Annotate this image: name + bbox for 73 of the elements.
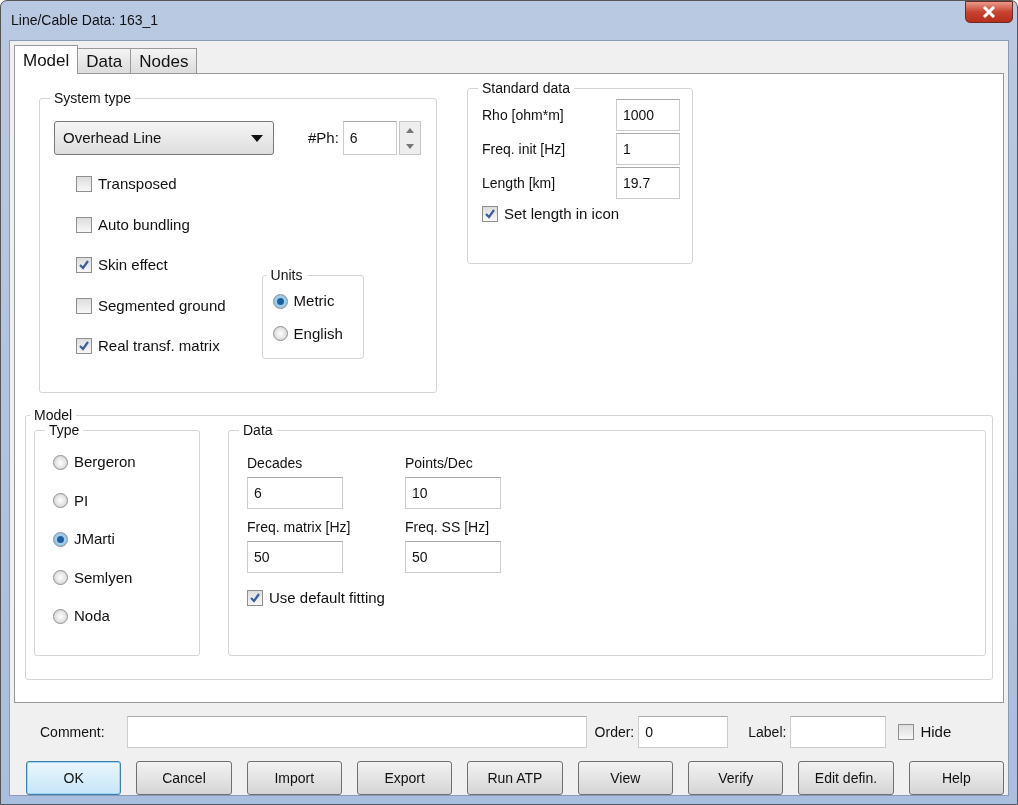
radio-label: PI bbox=[74, 490, 89, 511]
radio-button[interactable] bbox=[272, 326, 288, 342]
radio-button[interactable] bbox=[53, 454, 68, 470]
close-icon bbox=[982, 6, 996, 18]
checkbox[interactable] bbox=[76, 176, 92, 193]
input-field[interactable]: 10 bbox=[405, 477, 501, 509]
window-title: Line/Cable Data: 163_1 bbox=[10, 11, 159, 30]
checkbox-label: Skin effect bbox=[98, 255, 168, 275]
input-field[interactable]: 50 bbox=[247, 541, 343, 573]
input-field[interactable]: 1 bbox=[616, 133, 680, 165]
radio-label: Metric bbox=[293, 291, 335, 311]
checkbox[interactable] bbox=[76, 338, 92, 355]
radio-button[interactable] bbox=[53, 570, 68, 586]
comment-field[interactable] bbox=[126, 716, 587, 748]
dropdown-value: Overhead Line bbox=[63, 127, 162, 148]
dialog-button[interactable]: Run ATP bbox=[467, 761, 563, 795]
field-label: Freq. init [Hz] bbox=[482, 139, 566, 159]
order-label: Order: bbox=[594, 722, 635, 742]
field-label: Rho [ohm*m] bbox=[482, 105, 564, 125]
checkbox-label: Segmented ground bbox=[98, 295, 226, 316]
checkbox[interactable] bbox=[482, 206, 498, 223]
dialog-button[interactable]: Cancel bbox=[136, 761, 232, 795]
dialog-button[interactable]: Help bbox=[908, 761, 1004, 795]
field-label: Points/Dec bbox=[405, 454, 474, 473]
checkbox-label: Hide bbox=[920, 721, 952, 742]
dialog-button[interactable]: Export bbox=[357, 761, 453, 795]
field-label: Length [km] bbox=[482, 173, 556, 193]
checkbox[interactable] bbox=[76, 297, 92, 314]
field-label: Freq. SS [Hz] bbox=[405, 518, 491, 537]
spinner-control[interactable] bbox=[398, 121, 421, 155]
tab[interactable]: Model bbox=[14, 45, 79, 74]
field-label: Freq. matrix [Hz] bbox=[247, 518, 352, 537]
caret-icon bbox=[251, 134, 263, 142]
up-arrow-icon bbox=[405, 127, 414, 133]
dialog-button[interactable]: Edit defin. bbox=[798, 761, 894, 795]
tab[interactable]: Data bbox=[77, 48, 132, 73]
checkbox-label: Use default fitting bbox=[269, 588, 385, 608]
input-field[interactable]: 6 bbox=[247, 477, 343, 509]
order-field[interactable]: 0 bbox=[638, 716, 729, 748]
radio-label: English bbox=[293, 323, 343, 344]
field-label: Decades bbox=[247, 454, 304, 473]
default-button[interactable]: OK bbox=[26, 761, 122, 795]
label-field[interactable] bbox=[790, 716, 887, 748]
radio-button[interactable] bbox=[53, 493, 68, 509]
checkbox-label: Auto bundling bbox=[98, 214, 190, 235]
comment-label: Comment: bbox=[40, 722, 105, 742]
dialog-button[interactable]: Import bbox=[246, 761, 342, 795]
input-field[interactable]: 19.7 bbox=[616, 167, 680, 199]
phases-label: #Ph: bbox=[308, 127, 339, 148]
dropdown[interactable]: Overhead Line bbox=[54, 121, 274, 155]
radio-button[interactable] bbox=[53, 531, 68, 547]
checkbox[interactable] bbox=[898, 724, 915, 740]
radio-label: Semlyen bbox=[74, 567, 133, 588]
dialog-button[interactable]: View bbox=[577, 761, 673, 795]
radio-label: JMarti bbox=[74, 529, 115, 549]
tab[interactable]: Nodes bbox=[130, 48, 198, 73]
checkbox-label: Set length in icon bbox=[504, 204, 620, 224]
dialog-button[interactable]: Verify bbox=[687, 761, 784, 795]
input-field[interactable]: 50 bbox=[405, 541, 501, 573]
down-arrow-icon bbox=[405, 143, 414, 149]
radio-label: Noda bbox=[74, 606, 110, 626]
label-label: Label: bbox=[748, 722, 787, 742]
checkbox-label: Real transf. matrix bbox=[98, 336, 220, 356]
radio-button[interactable] bbox=[53, 608, 68, 624]
radio-label: Bergeron bbox=[74, 452, 136, 472]
phases-field[interactable]: 6 bbox=[342, 121, 397, 155]
input-field[interactable]: 1000 bbox=[616, 99, 680, 131]
close-button[interactable] bbox=[965, 1, 1013, 23]
checkbox[interactable] bbox=[76, 216, 92, 233]
checkbox[interactable] bbox=[76, 257, 92, 274]
checkbox-label: Transposed bbox=[98, 174, 177, 194]
checkbox[interactable] bbox=[247, 590, 263, 607]
radio-button[interactable] bbox=[272, 293, 288, 309]
